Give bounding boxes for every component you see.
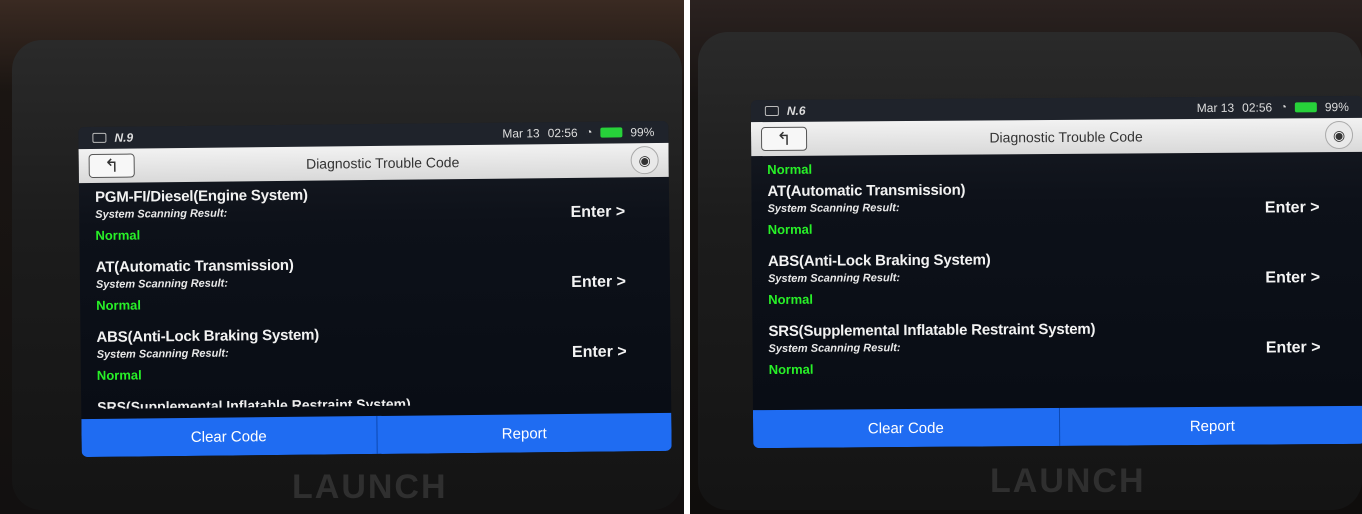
gallery-icon: [764, 105, 779, 117]
device-screen: N.9 Mar 13 02:56 ◔ 99% ↰ Diagnostic Trou…: [78, 120, 672, 458]
system-list: PGM-FI/Diesel(Engine System) System Scan…: [79, 177, 671, 409]
system-name: SRS(Supplemental Inflatable Restraint Sy…: [768, 320, 1096, 341]
brand-logo: LAUNCH: [292, 468, 448, 506]
battery-icon: [600, 127, 623, 138]
scan-result: Normal: [95, 227, 141, 243]
title-bar: ↰ Diagnostic Trouble Code ◉: [750, 117, 1362, 157]
enter-button[interactable]: Enter >: [572, 343, 627, 362]
back-icon: ↰: [776, 128, 792, 149]
bottom-action-bar: Clear Code Report: [81, 412, 672, 458]
scan-result: Normal: [768, 291, 814, 308]
battery-level: 99%: [630, 125, 655, 140]
list-item: PGM-FI/Diesel(Engine System) System Scan…: [95, 183, 670, 259]
system-name: AT(Automatic Transmission): [767, 181, 966, 201]
status-left-text: N.9: [114, 130, 134, 145]
back-button[interactable]: ↰: [88, 153, 135, 178]
bottom-action-bar: Clear Code Report: [752, 405, 1362, 449]
back-icon: ↰: [104, 155, 120, 176]
scan-result: Normal: [767, 221, 813, 238]
right-photo: N.6 Mar 13 02:56 ◔ 99% ↰ Diagnostic Trou…: [690, 0, 1362, 514]
list-item: ABS(Anti-Lock Braking System) System Sca…: [96, 323, 671, 399]
status-time: 02:56: [547, 125, 578, 141]
system-name: ABS(Anti-Lock Braking System): [767, 251, 991, 271]
screenshot-button[interactable]: ◉: [630, 146, 659, 175]
scan-result: Normal: [96, 297, 142, 313]
wifi-icon: ◔: [1280, 101, 1287, 114]
clear-code-button[interactable]: Clear Code: [752, 407, 1060, 449]
status-date: Mar 13: [1196, 100, 1235, 116]
gallery-icon: [92, 132, 107, 143]
enter-button[interactable]: Enter >: [1265, 199, 1320, 217]
page-title: Diagnostic Trouble Code: [989, 128, 1143, 146]
report-button[interactable]: Report: [1059, 406, 1362, 446]
enter-button[interactable]: Enter >: [570, 203, 625, 222]
enter-button[interactable]: Enter >: [571, 273, 626, 292]
left-photo: N.9 Mar 13 02:56 ◔ 99% ↰ Diagnostic Trou…: [0, 0, 684, 514]
list-item: ABS(Anti-Lock Braking System) System Sca…: [768, 249, 1362, 323]
system-list: Normal AT(Automatic Transmission) System…: [751, 152, 1362, 393]
status-left-text: N.6: [786, 103, 806, 118]
page-title: Diagnostic Trouble Code: [305, 154, 460, 172]
list-item: AT(Automatic Transmission) System Scanni…: [767, 179, 1362, 253]
wifi-icon: ◔: [585, 126, 593, 139]
battery-icon: [1294, 102, 1317, 113]
report-button[interactable]: Report: [377, 413, 672, 454]
scan-result: Normal: [767, 161, 813, 178]
status-date: Mar 13: [502, 126, 540, 141]
camera-icon: ◉: [638, 151, 651, 168]
enter-button[interactable]: Enter >: [1266, 339, 1321, 357]
back-button[interactable]: ↰: [760, 126, 808, 152]
scan-result: Normal: [96, 367, 142, 383]
system-name: PGM-FI/Diesel(Engine System): [94, 186, 308, 206]
list-item: SRS(Supplemental Inflatable Restraint Sy…: [768, 319, 1362, 393]
camera-icon: ◉: [1332, 126, 1346, 143]
status-time: 02:56: [1242, 100, 1273, 115]
clear-code-button[interactable]: Clear Code: [81, 415, 378, 458]
scan-result: Normal: [768, 361, 814, 378]
brand-logo: LAUNCH: [990, 462, 1146, 500]
device-screen: N.6 Mar 13 02:56 ◔ 99% ↰ Diagnostic Trou…: [750, 95, 1362, 449]
list-item: AT(Automatic Transmission) System Scanni…: [96, 253, 671, 329]
battery-level: 99%: [1324, 99, 1349, 115]
screenshot-button[interactable]: ◉: [1324, 120, 1354, 150]
enter-button[interactable]: Enter >: [1265, 269, 1320, 287]
